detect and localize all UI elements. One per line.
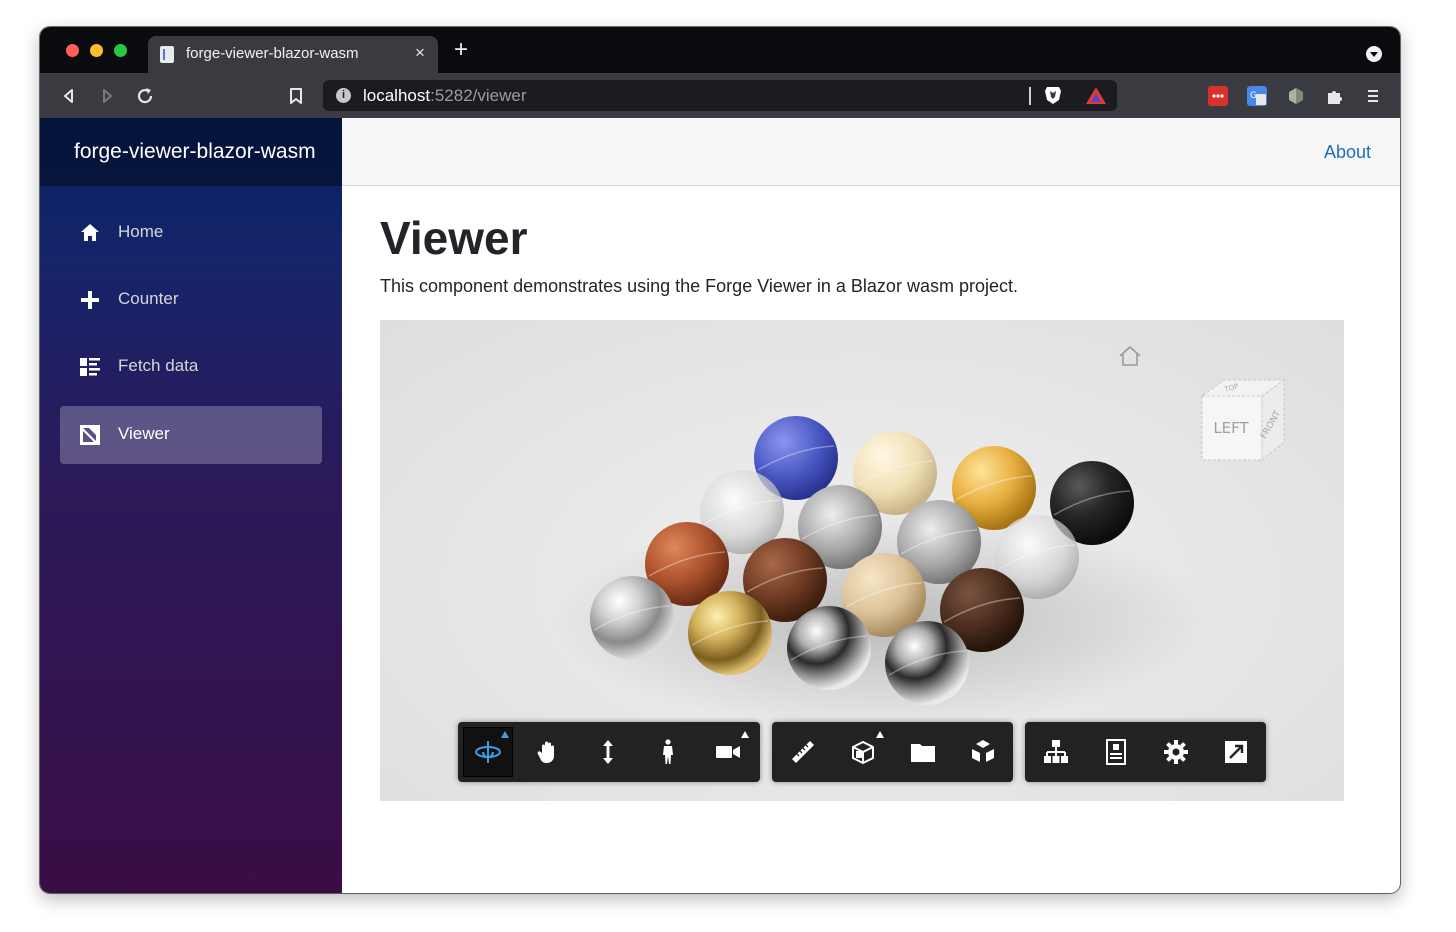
address-text: localhost:5282/viewer (363, 86, 527, 105)
main-content: Viewer This component demonstrates using… (342, 186, 1400, 893)
back-icon (64, 89, 73, 103)
leaf-extension-icon[interactable] (1286, 86, 1306, 106)
close-window-button[interactable] (66, 44, 79, 57)
sidebar: forge-viewer-blazor-wasm Home Counter Fe… (40, 118, 342, 893)
maximize-window-button[interactable] (114, 44, 127, 57)
structure-button[interactable] (1031, 727, 1081, 777)
nav-label-counter: Counter (118, 289, 179, 308)
plus-icon (81, 291, 99, 309)
nav-label-fetch-data: Fetch data (118, 356, 199, 375)
viewer-toolbar-settings (1025, 722, 1266, 782)
structure-icon (1044, 740, 1068, 763)
properties-button[interactable] (1091, 727, 1141, 777)
page-description: This component demonstrates using the Fo… (380, 276, 1018, 296)
nav-item-viewer[interactable]: Viewer (60, 406, 322, 464)
first-person-button[interactable] (643, 727, 693, 777)
browser-toolbar: i localhost:5282/viewer G (40, 73, 1400, 118)
image-icon (80, 425, 100, 445)
sphere-mirror-1 (787, 606, 871, 690)
viewer-toolbar-navigation (458, 722, 760, 782)
orbit-button[interactable] (463, 727, 513, 777)
sphere-brass (688, 591, 772, 675)
back-button[interactable] (56, 83, 82, 109)
forward-icon (103, 89, 112, 103)
tab-bar: forge-viewer-blazor-wasm × + (40, 27, 1400, 73)
section-button[interactable] (838, 727, 888, 777)
page-favicon-icon (160, 46, 174, 63)
model-browser-icon (911, 744, 935, 762)
fullscreen-button[interactable] (1211, 727, 1261, 777)
first-person-icon (663, 739, 673, 764)
translate-extension-icon[interactable]: G (1247, 86, 1267, 106)
settings-icon (1164, 740, 1188, 764)
reload-icon (137, 88, 153, 104)
svg-text:G: G (1250, 91, 1257, 101)
menu-icon[interactable] (1363, 86, 1383, 106)
nav-label-home: Home (118, 222, 164, 241)
section-icon (852, 740, 874, 765)
orbit-icon (475, 741, 501, 763)
pan-button[interactable] (523, 727, 573, 777)
zoom-button[interactable] (583, 727, 633, 777)
measure-button[interactable] (778, 727, 828, 777)
fullscreen-icon (1225, 741, 1247, 763)
tab-close-button[interactable]: × (410, 42, 430, 64)
explode-button[interactable] (958, 727, 1008, 777)
brand-bar: forge-viewer-blazor-wasm (40, 118, 342, 186)
reload-button[interactable] (132, 83, 158, 109)
tab-search-icon[interactable] (1366, 46, 1382, 62)
pan-icon (537, 741, 554, 763)
camera-button[interactable] (703, 727, 753, 777)
bookmark-button[interactable] (283, 83, 309, 109)
zoom-icon (603, 740, 613, 764)
about-link[interactable]: About (1324, 142, 1371, 163)
browser-window: forge-viewer-blazor-wasm × + i localhost… (40, 27, 1400, 893)
brand-link[interactable]: forge-viewer-blazor-wasm (74, 140, 316, 164)
brave-shield-icon[interactable] (1043, 85, 1063, 106)
explode-icon (972, 740, 994, 762)
address-divider (1029, 87, 1031, 105)
measure-icon (792, 741, 814, 763)
top-row: About (342, 118, 1400, 186)
nav-item-counter[interactable]: Counter (60, 271, 322, 329)
site-info-icon[interactable]: i (336, 88, 351, 103)
bookmark-icon (290, 88, 302, 104)
new-tab-button[interactable]: + (450, 38, 472, 62)
properties-icon (1106, 739, 1126, 765)
browser-tab[interactable]: forge-viewer-blazor-wasm × (148, 36, 438, 73)
camera-icon (716, 746, 740, 758)
home-icon (81, 224, 99, 241)
nav-item-home[interactable]: Home (60, 204, 322, 262)
nav-label-viewer: Viewer (118, 424, 170, 443)
forward-button[interactable] (94, 83, 120, 109)
viewcube-home-icon[interactable] (1116, 342, 1144, 370)
puzzle-extension-icon[interactable] (1325, 86, 1345, 106)
settings-button[interactable] (1151, 727, 1201, 777)
forge-viewer[interactable]: TOP LEFT FRONT (380, 320, 1344, 801)
sphere-chrome (590, 576, 674, 660)
brave-rewards-icon[interactable] (1085, 86, 1107, 105)
lastpass-extension-icon[interactable] (1208, 86, 1228, 106)
minimize-window-button[interactable] (90, 44, 103, 57)
list-icon (80, 358, 100, 376)
model-browser-button[interactable] (898, 727, 948, 777)
tab-title: forge-viewer-blazor-wasm (186, 45, 359, 62)
page-title: Viewer (380, 212, 528, 264)
nav-item-fetch-data[interactable]: Fetch data (60, 338, 322, 396)
viewcube-left-label: LEFT (1213, 419, 1249, 437)
address-bar[interactable]: i localhost:5282/viewer (323, 80, 1117, 111)
sphere-mirror-2 (885, 621, 969, 705)
viewcube[interactable]: TOP LEFT FRONT (1198, 376, 1288, 474)
viewer-toolbar-modeling (772, 722, 1013, 782)
